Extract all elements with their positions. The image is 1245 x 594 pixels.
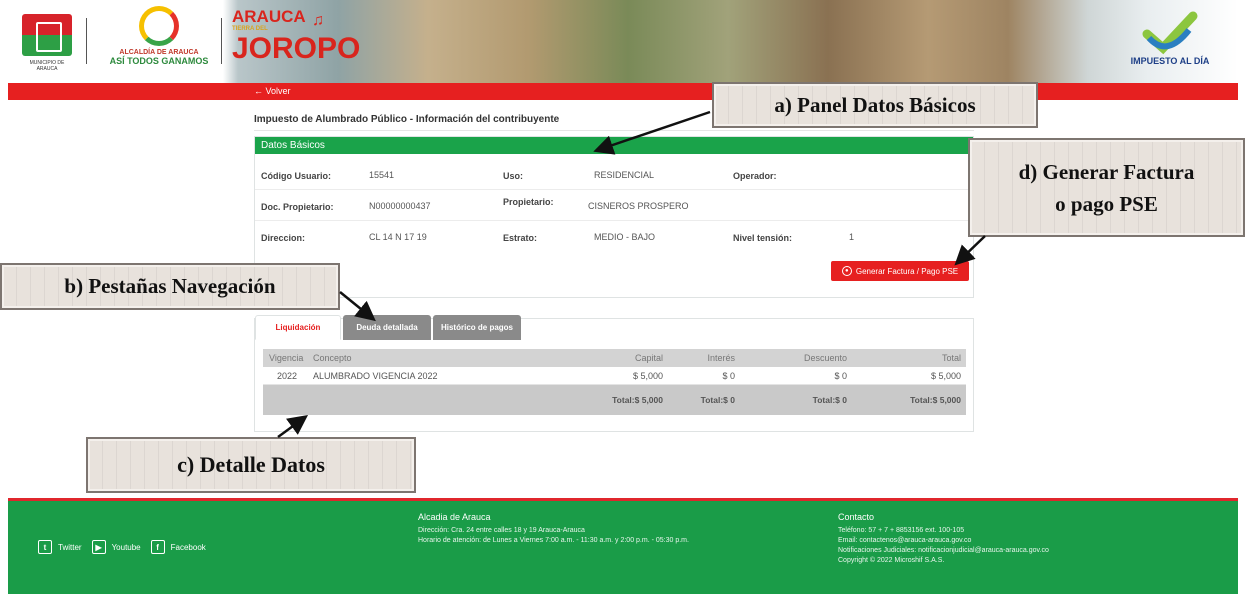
page: MUNICIPIO DE ARAUCA ALCALDÍA DE ARAUCA A… bbox=[0, 0, 1245, 594]
footer-org-heading: Alcadia de Arauca bbox=[418, 512, 491, 522]
callout-c-text: c) Detalle Datos bbox=[177, 452, 325, 477]
municipio-caption: MUNICIPIO DE ARAUCA bbox=[29, 60, 65, 72]
header-divider bbox=[86, 18, 87, 64]
propietario-value: CISNEROS PROSPERO bbox=[588, 201, 689, 211]
municipio-logo: MUNICIPIO DE ARAUCA bbox=[22, 10, 72, 72]
codigo-usuario-value: 15541 bbox=[369, 170, 395, 180]
tab-liquidacion[interactable]: Liquidación bbox=[255, 315, 341, 340]
alcaldia-logo-line1: ALCALDÍA DE ARAUCA bbox=[119, 49, 199, 56]
direccion-label: Direccion: bbox=[261, 233, 306, 243]
nivel-tension-value: 1 bbox=[849, 232, 855, 242]
cell-interes: $ 0 bbox=[722, 371, 735, 381]
cell-total: $ 5,000 bbox=[930, 371, 961, 381]
col-capital: Capital bbox=[634, 353, 663, 363]
cell-capital: $ 5,000 bbox=[632, 371, 663, 381]
uso-label: Uso: bbox=[503, 171, 523, 181]
col-total: Total bbox=[941, 353, 961, 363]
callout-a-text: a) Panel Datos Básicos bbox=[774, 92, 976, 117]
detail-table: Vigencia Concepto Capital Interés Descue… bbox=[263, 349, 966, 415]
municipio-shield-icon bbox=[22, 14, 72, 56]
footer-contact-heading: Contacto bbox=[838, 512, 875, 522]
callout-d: d) Generar Factura o pago PSE bbox=[968, 138, 1245, 237]
callout-b-text: b) Pestañas Navegación bbox=[64, 274, 276, 298]
table-header: Vigencia Concepto Capital Interés Descue… bbox=[263, 349, 966, 367]
nav-bar bbox=[8, 83, 1238, 100]
impuesto-al-dia-logo: IMPUESTO AL DÍA bbox=[1120, 8, 1220, 78]
alcaldia-logo-line2: ASÍ TODOS GANAMOS bbox=[109, 56, 209, 66]
estrato-value: MEDIO - BAJO bbox=[594, 232, 656, 242]
footer-org-info: Alcadia de Arauca Dirección: Cra. 24 ent… bbox=[418, 512, 689, 546]
callout-c: c) Detalle Datos bbox=[86, 437, 416, 493]
youtube-icon[interactable]: ▶ bbox=[91, 540, 106, 554]
footer-judicial: Notificaciones Judiciales: notificacionj… bbox=[838, 547, 1049, 554]
direccion-value: CL 14 N 17 19 bbox=[369, 232, 427, 242]
uso-value: RESIDENCIAL bbox=[594, 170, 655, 180]
col-descuento: Descuento bbox=[803, 353, 847, 363]
impuesto-logo-text: IMPUESTO AL DÍA bbox=[1130, 56, 1210, 66]
callout-b: b) Pestañas Navegación bbox=[0, 263, 340, 310]
header-banner: MUNICIPIO DE ARAUCA ALCALDÍA DE ARAUCA A… bbox=[8, 0, 1238, 83]
arauca-logo-big: JOROPO bbox=[232, 32, 361, 65]
total-interes: Total:$ 0 bbox=[700, 395, 735, 405]
propietario-label: Propietario: bbox=[503, 197, 554, 207]
header-divider bbox=[221, 18, 222, 64]
tab-deuda-detallada[interactable]: Deuda detallada bbox=[343, 315, 431, 340]
twitter-icon[interactable]: t bbox=[38, 540, 52, 554]
generar-factura-label: Generar Factura / Pago PSE bbox=[855, 266, 959, 276]
footer-hours: Horario de atención: de Lunes a Viernes … bbox=[418, 537, 689, 544]
col-vigencia: Vigencia bbox=[269, 353, 304, 363]
doc-propietario-label: Doc. Propietario: bbox=[261, 202, 334, 212]
facebook-link[interactable]: Facebook bbox=[171, 543, 206, 552]
row-divider bbox=[255, 220, 973, 221]
col-concepto: Concepto bbox=[313, 353, 352, 363]
title-divider bbox=[254, 130, 974, 131]
social-links: t Twitter ▶ Youtube f Facebook bbox=[34, 540, 206, 554]
footer-copyright: Copyright © 2022 Microshif S.A.S. bbox=[838, 557, 945, 564]
total-capital: Total:$ 5,000 bbox=[612, 395, 663, 405]
codigo-usuario-label: Código Usuario: bbox=[261, 171, 331, 181]
cell-vigencia: 2022 bbox=[277, 371, 298, 381]
total-total: Total:$ 5,000 bbox=[910, 395, 961, 405]
tabs-container: Liquidación Deuda detallada Histórico de… bbox=[254, 315, 974, 432]
footer-phone: Teléfono: 57 + 7 + 8853156 ext. 100-105 bbox=[838, 527, 965, 534]
row-divider bbox=[255, 189, 973, 190]
callout-d-line1: d) Generar Factura bbox=[1018, 159, 1195, 184]
facebook-icon[interactable]: f bbox=[150, 540, 165, 554]
datos-basicos-panel: Datos Básicos Código Usuario: 15541 Uso:… bbox=[254, 136, 974, 298]
page-title: Impuesto de Alumbrado Público - Informac… bbox=[254, 114, 560, 125]
cell-concepto: ALUMBRADO VIGENCIA 2022 bbox=[313, 371, 438, 381]
total-descuento: Total:$ 0 bbox=[812, 395, 847, 405]
footer-address: Dirección: Cra. 24 entre calles 18 y 19 … bbox=[418, 527, 585, 534]
arauca-joropo-logo: ARAUCA TIERRA DEL JOROPO ♫ bbox=[232, 7, 361, 78]
nivel-tension-label: Nivel tensión: bbox=[733, 233, 793, 243]
generar-factura-button[interactable]: ● Generar Factura / Pago PSE bbox=[831, 261, 969, 281]
table-row: 2022 ALUMBRADO VIGENCIA 2022 $ 5,000 $ 0… bbox=[263, 367, 966, 385]
arauca-logo-top: ARAUCA bbox=[232, 7, 306, 26]
footer-contact: Contacto Teléfono: 57 + 7 + 8853156 ext.… bbox=[838, 512, 1049, 566]
doc-propietario-value: N00000000437 bbox=[369, 201, 431, 211]
col-interes: Interés bbox=[707, 353, 735, 363]
dancers-icon: ♫ bbox=[312, 12, 324, 29]
panel-heading: Datos Básicos bbox=[255, 137, 973, 154]
cell-descuento: $ 0 bbox=[834, 371, 847, 381]
callout-a: a) Panel Datos Básicos bbox=[712, 82, 1038, 128]
footer: t Twitter ▶ Youtube f Facebook Alcadia d… bbox=[8, 498, 1238, 594]
back-link[interactable]: ← Volver bbox=[254, 86, 291, 96]
tab-historico-pagos[interactable]: Histórico de pagos bbox=[433, 315, 521, 340]
table-totals: Total:$ 5,000 Total:$ 0 Total:$ 0 Total:… bbox=[263, 385, 966, 415]
check-icon bbox=[1141, 8, 1199, 56]
estrato-label: Estrato: bbox=[503, 233, 538, 243]
alcaldia-emblem-icon bbox=[139, 6, 179, 46]
twitter-link[interactable]: Twitter bbox=[58, 543, 82, 552]
alcaldia-logo: ALCALDÍA DE ARAUCA ASÍ TODOS GANAMOS bbox=[104, 6, 214, 76]
operador-label: Operador: bbox=[733, 171, 777, 181]
callout-d-line2: o pago PSE bbox=[1055, 191, 1158, 216]
pay-icon: ● bbox=[841, 266, 852, 276]
footer-email: Email: contactenos@arauca-arauca.gov.co bbox=[838, 537, 972, 544]
youtube-link[interactable]: Youtube bbox=[112, 543, 141, 552]
